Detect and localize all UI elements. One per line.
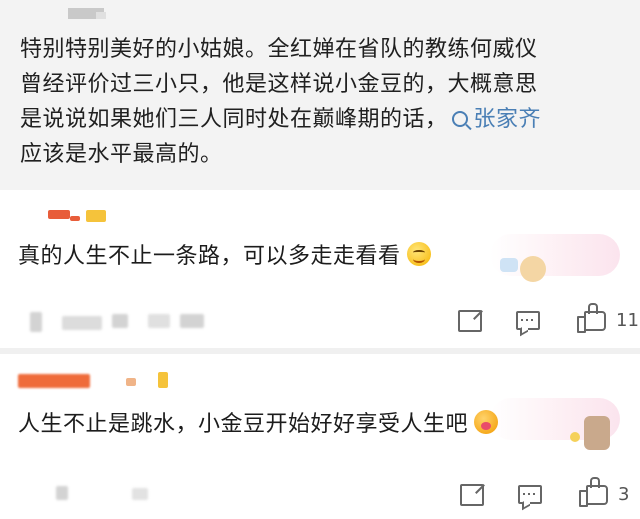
blurred-meta bbox=[148, 314, 170, 328]
blurred-meta bbox=[180, 314, 204, 328]
sticker-rainbow bbox=[500, 258, 518, 272]
thumbs-up-icon bbox=[577, 302, 606, 333]
like-button[interactable]: 3 bbox=[578, 476, 630, 507]
smile-emoji-icon bbox=[406, 242, 431, 266]
thumbs-up-icon bbox=[579, 476, 608, 507]
post-line-3-text: 是说说如果她们三人同时处在巅峰期的话， bbox=[20, 107, 448, 132]
comment-item: 真的人生不止一条路，可以多走走看看 11 bbox=[0, 196, 640, 346]
post-body: 特别特别美好的小姑娘。全红婵在省队的教练何威仪 曾经评价过三小只，他是这样说小金… bbox=[20, 32, 630, 172]
commenter-name-redacted bbox=[18, 374, 90, 388]
commenter-name-redacted bbox=[48, 210, 70, 219]
quoted-post: 特别特别美好的小姑娘。全红婵在省队的教练何威仪 曾经评价过三小只，他是这样说小金… bbox=[0, 0, 640, 190]
share-button[interactable] bbox=[460, 484, 484, 506]
share-button[interactable] bbox=[458, 310, 482, 332]
comment-text-row: 人生不止是跳水，小金豆开始好好享受人生吧 bbox=[18, 406, 499, 438]
divider bbox=[0, 348, 640, 354]
mention-text: 张家齐 bbox=[473, 107, 542, 132]
sticker-figure bbox=[520, 256, 546, 282]
post-line-2: 曾经评价过三小只，他是这样说小金豆的，大概意思 bbox=[20, 72, 538, 97]
blurred-meta bbox=[62, 316, 102, 330]
post-line-1: 特别特别美好的小姑娘。全红婵在省队的教练何威仪 bbox=[20, 37, 538, 62]
blurred-meta bbox=[132, 488, 148, 500]
member-badge bbox=[86, 210, 106, 222]
like-count: 3 bbox=[618, 484, 630, 505]
search-icon bbox=[451, 111, 468, 127]
share-icon bbox=[458, 310, 482, 332]
commenter-name-redacted-2 bbox=[126, 378, 136, 386]
blurred-meta bbox=[56, 486, 68, 500]
sticker-bubble-tea bbox=[584, 416, 610, 450]
like-count: 11 bbox=[616, 310, 639, 331]
sticker-star bbox=[570, 432, 580, 442]
blurred-meta bbox=[30, 312, 42, 332]
post-author-redacted-badge bbox=[96, 12, 106, 19]
post-line-3: 是说说如果她们三人同时处在巅峰期的话， 张家齐 bbox=[20, 102, 630, 137]
comment-icon bbox=[516, 311, 540, 330]
comment-icon bbox=[518, 485, 542, 504]
kiss-emoji-icon bbox=[474, 410, 499, 434]
reply-button[interactable] bbox=[518, 485, 542, 504]
commenter-name-redacted-2 bbox=[70, 216, 80, 221]
member-badge bbox=[158, 372, 168, 388]
like-button[interactable]: 11 bbox=[576, 302, 639, 333]
comment-item: 人生不止是跳水，小金豆开始好好享受人生吧 3 bbox=[0, 356, 640, 519]
mention-link[interactable]: 张家齐 bbox=[448, 107, 542, 132]
reply-button[interactable] bbox=[516, 311, 540, 330]
comment-text: 人生不止是跳水，小金豆开始好好享受人生吧 bbox=[18, 412, 469, 437]
post-line-4: 应该是水平最高的。 bbox=[20, 142, 223, 167]
blurred-meta bbox=[112, 314, 128, 328]
share-icon bbox=[460, 484, 484, 506]
comment-text: 真的人生不止一条路，可以多走走看看 bbox=[18, 244, 401, 269]
comment-text-row: 真的人生不止一条路，可以多走走看看 bbox=[18, 238, 431, 270]
